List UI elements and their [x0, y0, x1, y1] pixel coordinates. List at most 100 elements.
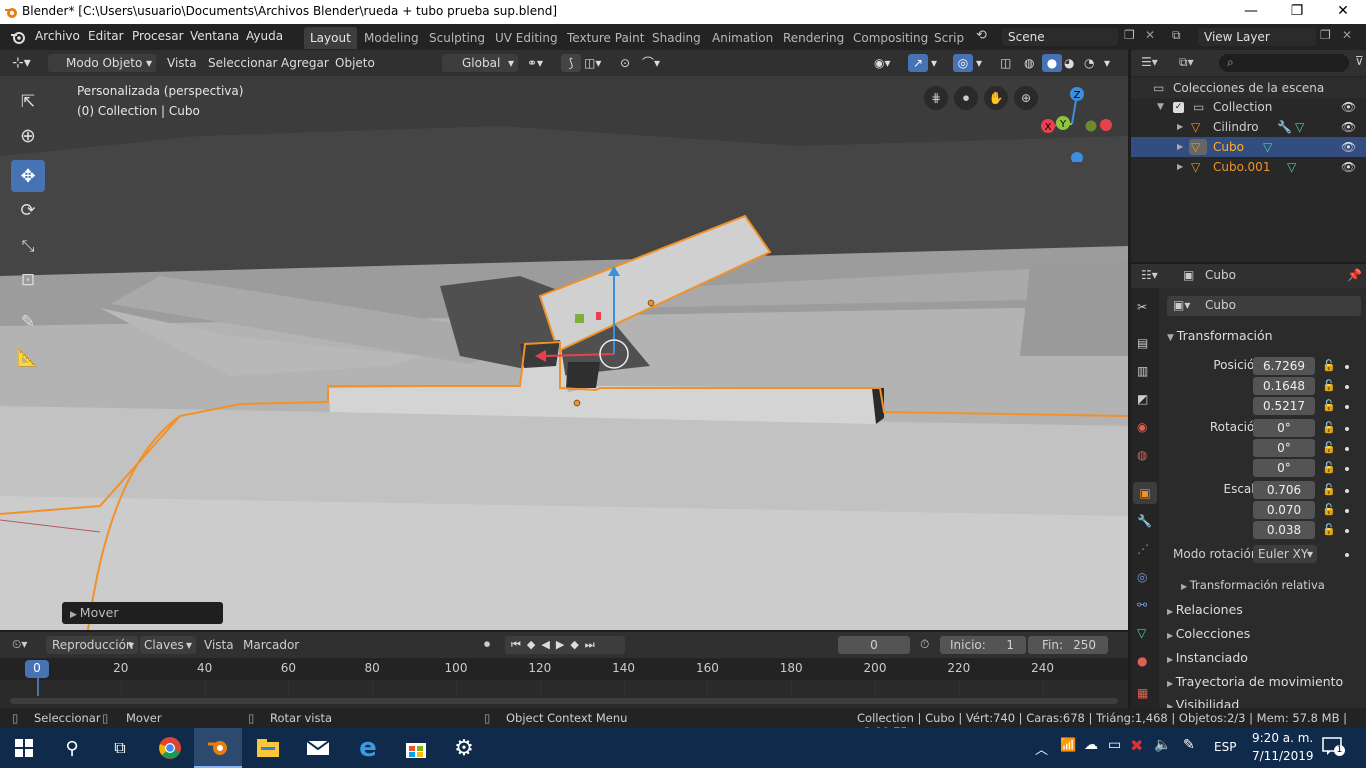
network-icon[interactable]: 📶: [1060, 738, 1076, 753]
file-explorer-icon[interactable]: [244, 728, 292, 768]
panel-trayectoria[interactable]: ▶ Trayectoria de movimiento: [1167, 674, 1343, 689]
current-frame-field[interactable]: 0: [838, 636, 910, 654]
navigation-gizmo[interactable]: Z X Y: [1036, 82, 1116, 162]
onedrive-icon[interactable]: ☁: [1084, 737, 1098, 753]
timeline-area[interactable]: 20 40 60 80 100 120 140 160 180 200 220 240 0: [0, 658, 1128, 708]
menu-ayuda[interactable]: Ayuda: [246, 29, 283, 43]
rotation-z-field[interactable]: 0°: [1253, 459, 1315, 477]
delete-scene-icon[interactable]: ✕: [1145, 28, 1155, 42]
annotate-tool[interactable]: ✎: [11, 306, 45, 338]
panel-visibilidad[interactable]: ▶ Visibilidad: [1167, 697, 1239, 708]
collection-row[interactable]: ▼ ✓ ▭ Collection 👁: [1131, 97, 1366, 117]
view-layer-tab-icon[interactable]: ◩: [1137, 392, 1148, 406]
timeline-editor-icon[interactable]: ⏲▾: [12, 637, 27, 652]
keyframe-dot[interactable]: [1345, 489, 1349, 493]
last-operation-panel[interactable]: ▶ Mover: [62, 602, 223, 624]
scale-y-field[interactable]: 0.070: [1253, 501, 1315, 519]
select-tool[interactable]: ⇱: [11, 86, 45, 118]
data-tab-icon[interactable]: ▽: [1137, 626, 1146, 640]
blender-menu-icon[interactable]: [10, 30, 26, 44]
expand-arrow-icon[interactable]: ▶: [1177, 157, 1183, 177]
pivot-icon[interactable]: ⚭▾: [527, 54, 543, 72]
view-layer-icon[interactable]: ⧉: [1172, 28, 1181, 43]
lock-icon[interactable]: 🔓: [1322, 523, 1336, 536]
minimize-button[interactable]: —: [1228, 0, 1274, 24]
physics-tab-icon[interactable]: ◎: [1137, 570, 1147, 584]
new-view-layer-icon[interactable]: ❐: [1320, 28, 1331, 42]
tab-scripting[interactable]: Scrip: [928, 27, 970, 49]
timeline-menu-marcador[interactable]: Marcador: [243, 638, 299, 652]
object-name-field[interactable]: ▣▾ Cubo: [1167, 296, 1361, 316]
outliner-item-cilindro[interactable]: ▶ ▽ Cilindro 🔧 ▽ 👁: [1131, 117, 1366, 137]
keyframe-dot[interactable]: [1345, 529, 1349, 533]
eye-icon[interactable]: 👁: [1341, 97, 1356, 117]
rendered-shading-icon[interactable]: ◔: [1084, 54, 1094, 72]
start-button[interactable]: [0, 728, 48, 768]
transform-tool[interactable]: ⊡: [11, 264, 45, 296]
visibility-icon[interactable]: ◉▾: [874, 54, 891, 72]
next-key-icon[interactable]: ◆: [570, 638, 584, 651]
pen-icon[interactable]: ✎: [1183, 737, 1195, 753]
timeline-menu-vista[interactable]: Vista: [204, 638, 234, 652]
playback-menu[interactable]: Reproducción ▾: [46, 636, 138, 654]
overlay-dropdown-icon[interactable]: ▾: [976, 54, 982, 72]
keyframe-dot[interactable]: [1345, 509, 1349, 513]
constraints-tab-icon[interactable]: ⚯: [1137, 598, 1147, 612]
outliner-search-input[interactable]: ⌕: [1219, 54, 1349, 72]
tab-rendering[interactable]: Rendering: [777, 27, 850, 49]
location-y-field[interactable]: 0.1648: [1253, 377, 1315, 395]
material-tab-icon[interactable]: ●: [1137, 654, 1147, 668]
tab-uv-editing[interactable]: UV Editing: [489, 27, 564, 49]
particles-tab-icon[interactable]: ⋰: [1137, 542, 1149, 556]
rotate-tool[interactable]: ⟳: [11, 194, 45, 226]
outliner-item-cubo[interactable]: ▶ ▽ Cubo ▽ 👁: [1131, 137, 1366, 157]
orientation-selector[interactable]: Global ▾: [442, 54, 518, 72]
show-hidden-icons[interactable]: ︿: [1035, 739, 1048, 758]
modifier-tab-icon[interactable]: 🔧: [1137, 514, 1152, 528]
snap-target-icon[interactable]: ◫▾: [584, 54, 601, 72]
timeline-scrollbar[interactable]: [10, 698, 1118, 704]
object-tab-icon[interactable]: ▣: [1133, 482, 1157, 504]
clock-date[interactable]: 7/11/2019: [1252, 749, 1314, 763]
tool-tab-icon[interactable]: ✂: [1137, 300, 1147, 314]
menu-procesar[interactable]: Procesar: [132, 29, 184, 43]
play-icon[interactable]: ▶: [556, 638, 570, 651]
store-icon[interactable]: [392, 728, 440, 768]
editor-type-icon[interactable]: ⊹▾: [12, 54, 31, 72]
menu-objeto[interactable]: Objeto: [335, 54, 375, 72]
jump-start-icon[interactable]: ⏮: [511, 638, 527, 651]
volume-icon[interactable]: 🔈: [1154, 737, 1171, 753]
location-x-field[interactable]: 6.7269: [1253, 357, 1315, 375]
menu-ventana[interactable]: Ventana: [190, 29, 239, 43]
3d-viewport[interactable]: Personalizada (perspectiva) (0) Collecti…: [0, 76, 1128, 630]
rotation-y-field[interactable]: 0°: [1253, 439, 1315, 457]
lock-icon[interactable]: 🔓: [1322, 421, 1336, 434]
material-shading-icon[interactable]: ◕: [1064, 54, 1074, 72]
proportional-edit-icon[interactable]: ⊙: [620, 54, 630, 72]
lock-icon[interactable]: 🔓: [1322, 399, 1336, 412]
texture-tab-icon[interactable]: ▦: [1137, 686, 1148, 700]
move-tool[interactable]: ✥: [11, 160, 45, 192]
output-tab-icon[interactable]: ▥: [1137, 364, 1148, 378]
expand-arrow-icon[interactable]: ▶: [1177, 137, 1183, 157]
world-tab-icon[interactable]: ◍: [1137, 448, 1147, 462]
keyframe-dot[interactable]: [1345, 553, 1349, 557]
xray-icon[interactable]: ◫: [1000, 54, 1011, 72]
gizmo-toggle-icon[interactable]: ↗: [908, 54, 928, 72]
keyframe-dot[interactable]: [1345, 467, 1349, 471]
jump-end-icon[interactable]: ⏭: [585, 638, 601, 651]
prev-key-icon[interactable]: ◆: [527, 638, 541, 651]
lock-icon[interactable]: 🔓: [1322, 483, 1336, 496]
tab-texture-paint[interactable]: Texture Paint: [561, 27, 650, 49]
tab-sculpting[interactable]: Sculpting: [423, 27, 491, 49]
keying-menu[interactable]: Claves ▾: [140, 636, 196, 654]
lock-icon[interactable]: 🔓: [1322, 503, 1336, 516]
delta-transform-header[interactable]: ▶ Transformación relativa: [1181, 578, 1325, 592]
properties-editor-icon[interactable]: ☷▾: [1141, 268, 1158, 282]
camera-view-icon[interactable]: ⏺: [954, 86, 978, 110]
collection-checkbox[interactable]: ✓: [1173, 102, 1184, 113]
eye-icon[interactable]: 👁: [1341, 137, 1356, 157]
grid-view-icon[interactable]: ⋕: [924, 86, 948, 110]
panel-colecciones[interactable]: ▶ Colecciones: [1167, 626, 1250, 641]
keyframe-dot[interactable]: [1345, 427, 1349, 431]
